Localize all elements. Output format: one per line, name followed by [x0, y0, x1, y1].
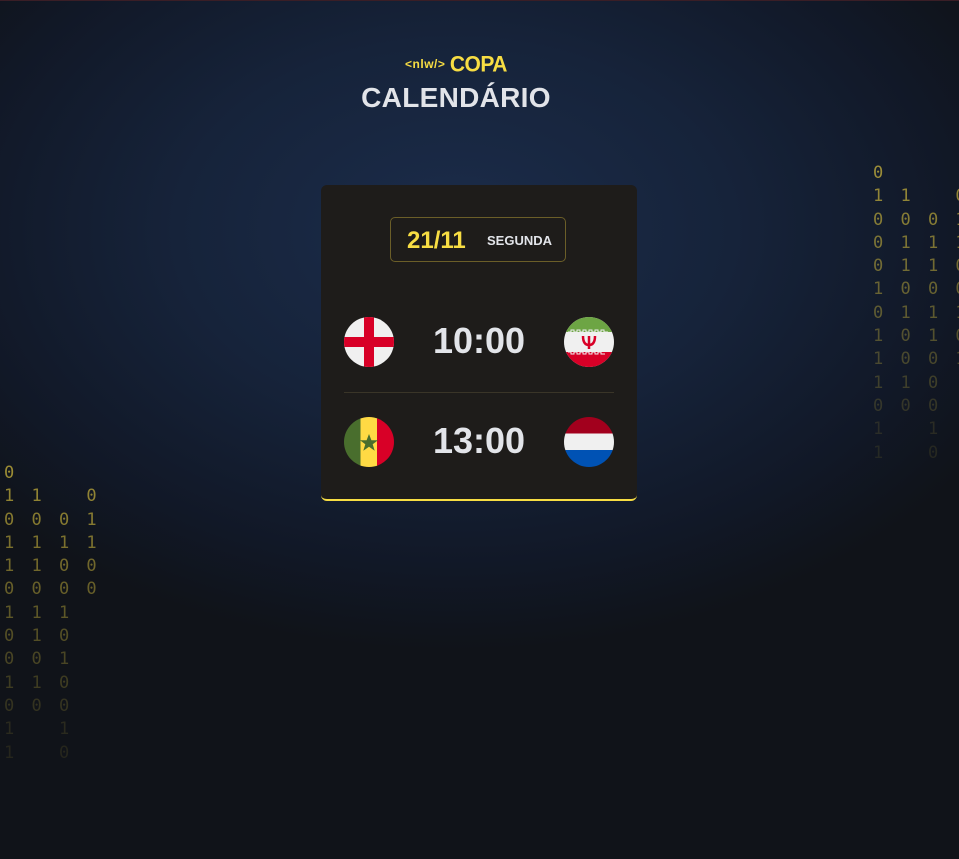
logo-word: COPA: [449, 52, 508, 77]
binary-line: 0 1 1 1 1: [873, 232, 959, 253]
binary-line: 0: [4, 463, 18, 483]
binary-line: 1 1 0 0: [4, 556, 101, 577]
binary-line: 1 0 0 1: [873, 349, 959, 370]
binary-line: 0 1 0: [4, 626, 73, 647]
binary-line: 1 0: [873, 442, 942, 463]
match-row: 13:00: [321, 412, 637, 472]
match-divider: [344, 392, 614, 393]
match-date: 21/11: [407, 227, 466, 254]
binary-line: 0 0 0: [4, 695, 73, 716]
binary-line: 1 1 1: [4, 602, 73, 623]
binary-decoration-right: 01 1 00 0 0 10 1 1 1 10 1 1 0 01 0 0 0 0…: [873, 162, 959, 465]
binary-line: 1 0 0 0 0: [873, 279, 959, 300]
binary-line: 1 1 0: [4, 672, 73, 693]
binary-line: 0 0 0: [873, 395, 942, 416]
netherlands-flag-icon: [564, 417, 614, 467]
binary-line: 1 0: [4, 742, 73, 763]
binary-decoration-left: 01 1 00 0 0 11 1 1 11 1 0 00 0 0 01 1 10…: [4, 462, 100, 765]
binary-line: 0 0 0 1: [873, 209, 959, 230]
match-weekday: SEGUNDA: [487, 233, 553, 248]
binary-line: 1 1: [4, 719, 73, 740]
page-title: CALENDÁRIO: [361, 82, 551, 113]
nlw-copa-logo: <nlw/> COPA: [0, 52, 912, 77]
binary-line: 0 0 1: [4, 649, 73, 670]
binary-line: 0 0 0 0: [4, 579, 101, 600]
binary-line: 1 1 1 1: [4, 532, 101, 553]
logo-tag: <nlw/>: [405, 57, 446, 71]
binary-line: 0 1 1 0 0: [873, 256, 959, 277]
iran-flag-icon: [564, 317, 614, 367]
binary-line: 1 1 0: [873, 372, 942, 393]
binary-line: 1 1 0: [4, 486, 101, 507]
match-day-card: 21/11 SEGUNDA 10:00 13:00: [321, 185, 637, 501]
binary-line: 1 0 1 0: [873, 326, 959, 347]
match-row: 10:00: [321, 312, 637, 372]
binary-line: 0 0 0 1: [4, 509, 101, 530]
binary-line: 0: [873, 163, 887, 183]
binary-line: 1 1 0: [873, 186, 959, 207]
binary-line: 1 1: [873, 419, 942, 440]
date-header: 21/11 SEGUNDA: [390, 217, 566, 262]
binary-line: 0 1 1 1: [873, 302, 959, 323]
